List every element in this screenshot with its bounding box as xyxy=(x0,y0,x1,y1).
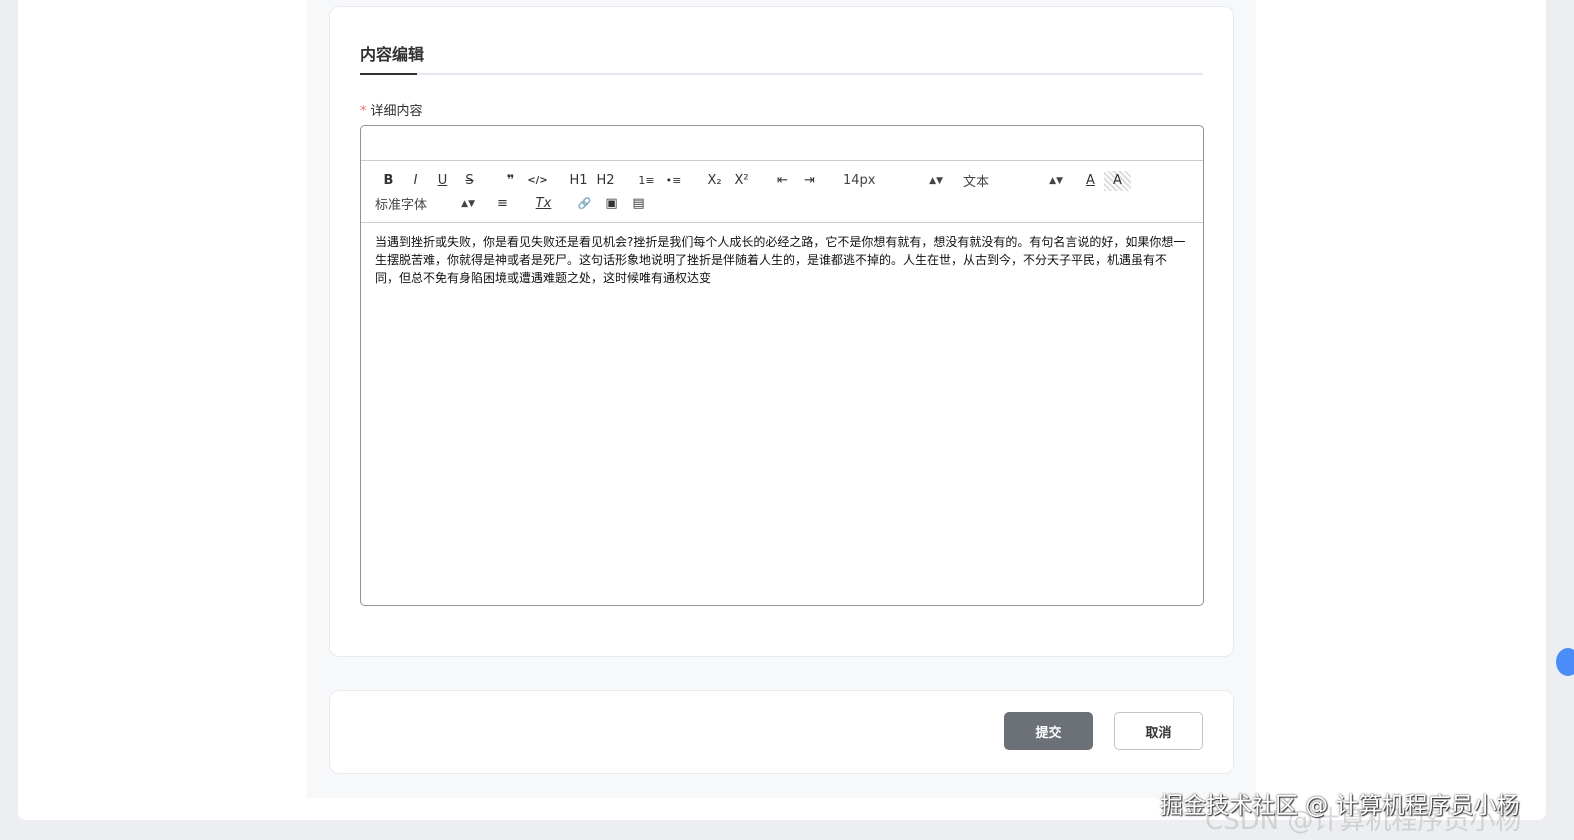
font-size-value: 14px xyxy=(843,173,876,188)
align-button[interactable]: ≡ xyxy=(489,194,516,214)
video-button[interactable]: ▤ xyxy=(625,194,652,214)
header-value: 文本 xyxy=(963,175,990,190)
image-button[interactable]: ▣ xyxy=(598,194,625,214)
code-block-button[interactable]: </> xyxy=(524,171,551,191)
font-family-value: 标准字体 xyxy=(375,198,428,213)
italic-button[interactable]: I xyxy=(402,171,429,191)
bold-button[interactable]: B xyxy=(375,171,402,191)
actions-card: 提交 取消 xyxy=(329,690,1234,774)
outdent-button[interactable]: ⇤ xyxy=(769,171,796,191)
header-select[interactable]: 文本 ▲▼ xyxy=(963,171,1063,190)
underline-button[interactable]: U xyxy=(429,171,456,191)
select-arrows-icon: ▲▼ xyxy=(929,175,943,186)
title-divider xyxy=(360,73,1203,75)
strike-button[interactable]: S xyxy=(456,171,483,191)
section-title: 内容编辑 xyxy=(360,45,425,64)
bullet-list-button[interactable]: •≡ xyxy=(660,171,687,191)
field-label-text: 详细内容 xyxy=(370,104,423,119)
field-label: * 详细内容 xyxy=(360,100,423,119)
header1-button[interactable]: H1 xyxy=(565,171,592,191)
link-button[interactable]: 🔗 xyxy=(571,194,598,214)
clear-format-button[interactable]: Tx xyxy=(530,194,557,214)
font-size-select[interactable]: 14px ▲▼ xyxy=(843,173,943,188)
submit-button[interactable]: 提交 xyxy=(1004,712,1093,750)
rich-text-editor: B I U S ❞ </> H1 H2 1≡ •≡ X₂ X² ⇤ ⇥ 14px… xyxy=(360,125,1204,606)
content-edit-card: 内容编辑 * 详细内容 B I U S ❞ </> H1 H2 1≡ •≡ X₂ … xyxy=(329,6,1234,657)
required-mark: * xyxy=(360,104,367,119)
select-arrows-icon: ▲▼ xyxy=(461,198,475,209)
superscript-button[interactable]: X² xyxy=(728,171,755,191)
editor-top-bar xyxy=(361,126,1203,161)
editor-toolbar: B I U S ❞ </> H1 H2 1≡ •≡ X₂ X² ⇤ ⇥ 14px… xyxy=(361,161,1203,223)
subscript-button[interactable]: X₂ xyxy=(701,171,728,191)
blockquote-button[interactable]: ❞ xyxy=(497,171,524,191)
header2-button[interactable]: H2 xyxy=(592,171,619,191)
cancel-button[interactable]: 取消 xyxy=(1114,712,1203,750)
floating-widget[interactable] xyxy=(1556,648,1574,676)
font-family-select[interactable]: 标准字体 ▲▼ xyxy=(375,194,475,213)
juejin-watermark: 掘金技术社区 @ 计算机程序员小杨 xyxy=(1160,793,1520,819)
font-color-button[interactable]: A xyxy=(1077,171,1104,191)
select-arrows-icon: ▲▼ xyxy=(1049,175,1063,186)
editor-content[interactable]: 当遇到挫折或失败，你是看见失败还是看见机会?挫折是我们每个人成长的必经之路，它不… xyxy=(361,223,1203,297)
ordered-list-button[interactable]: 1≡ xyxy=(633,171,660,191)
background-color-button[interactable]: A xyxy=(1104,170,1131,191)
indent-button[interactable]: ⇥ xyxy=(796,171,823,191)
